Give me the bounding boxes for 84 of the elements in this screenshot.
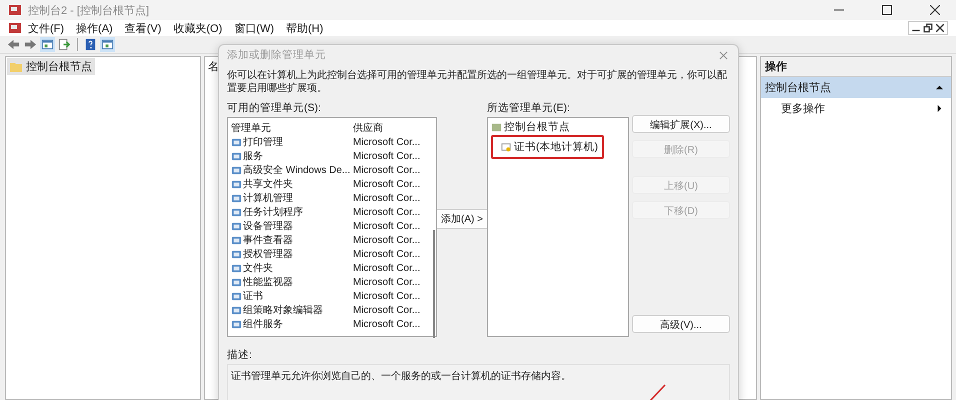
vendor-cell-text: Microsoft Cor... [352,318,420,330]
snapin-name[interactable]: 性能监视器 [243,275,293,289]
pane-header: 操作 [761,57,951,77]
snapin-icon [231,220,242,232]
snapin-name[interactable]: 共享文件夹 [243,177,293,191]
snapin-icon [231,262,242,274]
close-icon[interactable] [930,5,940,15]
snapin-name[interactable]: 事件查看器 [243,233,293,247]
vendor-cell-text: Microsoft Cor... [352,136,420,148]
certificate-icon [501,142,512,152]
scrollbar-thumb[interactable] [433,230,435,338]
window-title: 控制台2 - [控制台根节点] [28,4,150,18]
snapin-icon [231,234,242,246]
snapin-name[interactable]: 设备管理器 [243,219,293,233]
snapin-icon [231,150,242,162]
vendor-cell-text: Microsoft Cor... [352,262,420,274]
snapin-name[interactable]: 文件夹 [243,261,273,275]
snapin-name[interactable]: 组策略对象编辑器 [243,303,323,317]
menu-item[interactable]: 窗口(W) [228,20,280,36]
console-tree-icon[interactable] [40,37,55,52]
snapin-name[interactable]: 计算机管理 [243,191,293,205]
snapin-name[interactable]: 组件服务 [243,317,283,331]
vendor-cell-text: Microsoft Cor... [352,290,420,302]
back-icon[interactable] [6,37,21,52]
menu-item[interactable]: 查看(V) [118,20,168,36]
intro-text: 你可以在计算机上为此控制台选择可用的管理单元并配置所选的一组管理单元。对于可扩展的管理单元，你可以配置要启用哪些扩展项。 [227,69,728,95]
export-icon[interactable] [57,37,72,52]
console-root-icon [491,122,502,132]
snapin-name[interactable]: 高级安全 Windows De... [243,163,350,177]
list-label: 可用的管理单元(S): [227,101,322,114]
snapin-name[interactable]: 授权管理器 [243,247,293,261]
vendor-cell-text: Microsoft Cor... [352,304,420,316]
submenu-arrow-icon [936,105,943,112]
snapin-name[interactable]: 服务 [243,149,263,163]
close-icon[interactable] [935,23,945,33]
list-label: 所选管理单元(E): [487,101,571,114]
action-group-header[interactable]: 控制台根节点 [761,77,951,98]
snapin-icon [231,192,242,204]
menu-item[interactable]: 操作(A) [70,20,119,36]
restore-icon[interactable] [923,23,933,33]
forward-icon[interactable] [23,37,38,52]
tree-item[interactable]: 控制台根节点 [7,58,95,75]
vendor-cell-text: Microsoft Cor... [352,164,420,176]
tree-item[interactable]: 证书(本地计算机) [491,135,604,159]
snapin-icon [231,318,242,330]
snapin-icon [231,178,242,190]
vendor-cell-text: Microsoft Cor... [352,220,420,232]
menu-item[interactable]: 收藏夹(O) [167,20,228,36]
column-header[interactable]: 名 [205,57,222,76]
snapin-name[interactable]: 任务计划程序 [243,205,303,219]
description-label: 描述: [227,348,253,361]
snapin-icon [231,164,242,176]
vendor-cell-text: Microsoft Cor... [352,192,420,204]
annotation-line [647,383,667,400]
snapin-icon [231,248,242,260]
vendor-cell-text: Microsoft Cor... [352,234,420,246]
dialog-title: 添加或删除管理单元 [227,48,326,62]
collapse-icon[interactable] [936,84,943,91]
maximize-icon[interactable] [882,5,892,15]
description-text: 证书管理单元允许你浏览自己的、一个服务的或一台计算机的证书存储内容。 [231,371,571,382]
column-header[interactable]: 管理单元 [228,120,351,134]
dialog-button[interactable]: 编辑扩展(X)... [632,115,730,133]
snapin-icon [231,304,242,316]
snapin-icon [231,290,242,302]
dialog-button[interactable]: 高级(V)... [632,315,730,333]
document-icon[interactable] [8,21,22,35]
menu-item[interactable]: 帮助(H) [280,20,330,36]
vendor-cell-text: Microsoft Cor... [352,248,420,260]
snapin-icon [231,206,242,218]
action-item[interactable]: 更多操作 [761,98,951,119]
help-icon[interactable] [83,37,98,52]
action-pane-icon[interactable] [100,37,115,52]
vendor-cell-text: Microsoft Cor... [352,276,420,288]
snapin-name[interactable]: 打印管理 [243,135,283,149]
app-icon [8,3,22,17]
snapin-icon [231,136,242,148]
vendor-cell-text: Microsoft Cor... [352,206,420,218]
column-header[interactable]: 供应商 [351,120,383,134]
menu-item[interactable]: 文件(F) [22,20,70,36]
vendor-cell-text: Microsoft Cor... [352,150,420,162]
snapin-name[interactable]: 证书 [243,289,263,303]
vendor-cell-text: Microsoft Cor... [352,178,420,190]
snapin-icon [231,276,242,288]
tree-item[interactable]: 控制台根节点 [491,120,625,134]
